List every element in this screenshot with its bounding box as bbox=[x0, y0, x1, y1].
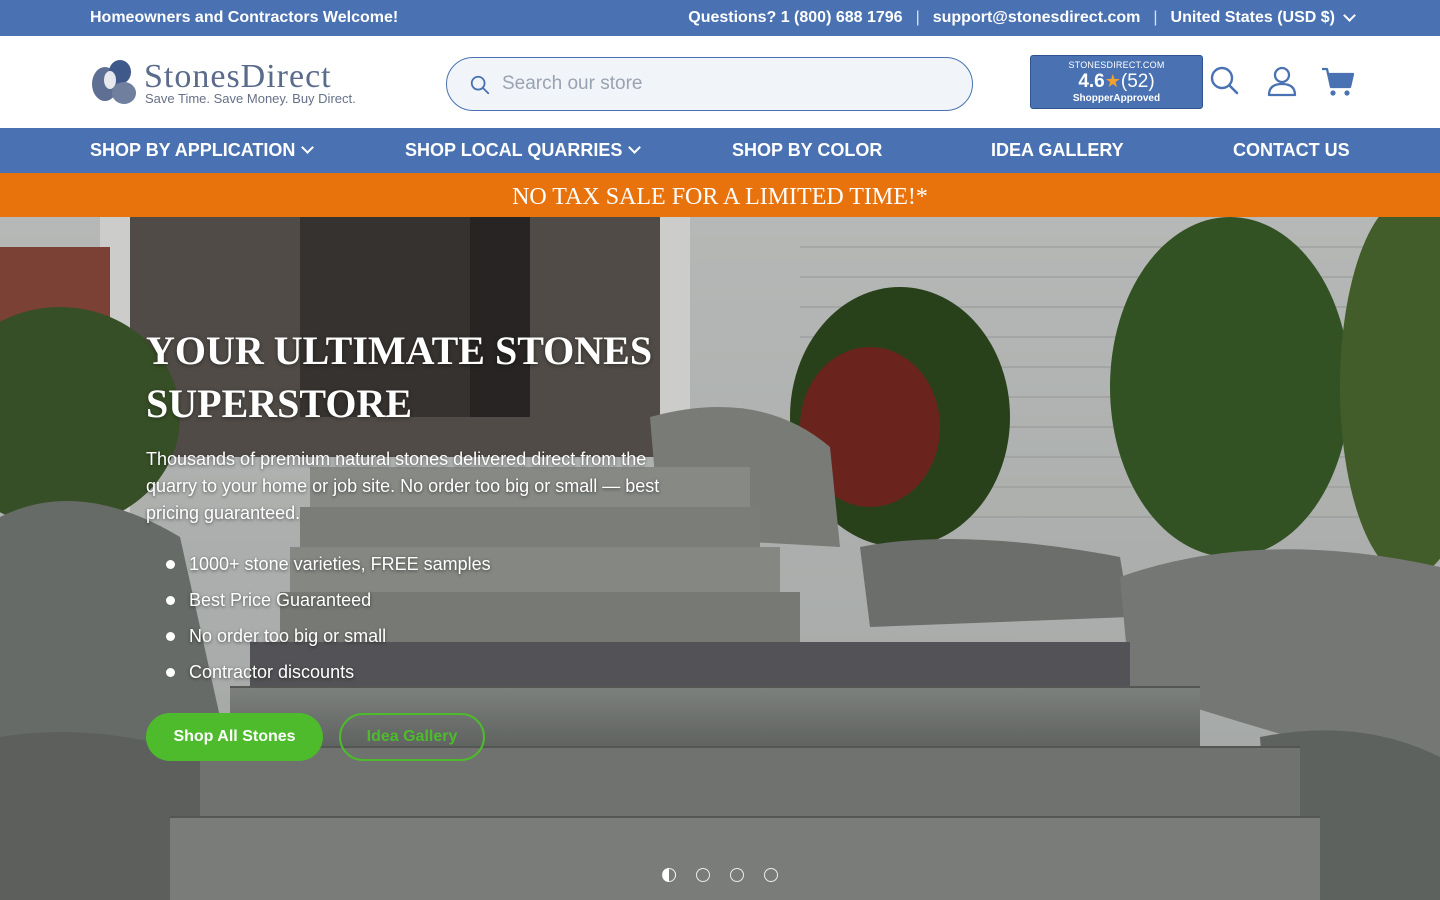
top-bar: Homeowners and Contractors Welcome! Ques… bbox=[0, 0, 1440, 36]
idea-gallery-button[interactable]: Idea Gallery bbox=[339, 713, 485, 761]
nav-shop-local-quarries[interactable]: SHOP LOCAL QUARRIES bbox=[405, 140, 642, 161]
badge-site: STONESDIRECT.COM bbox=[1068, 60, 1165, 70]
nav-label: SHOP BY APPLICATION bbox=[90, 140, 296, 160]
nav-label: CONTACT US bbox=[1233, 140, 1350, 160]
chevron-down-icon bbox=[628, 141, 642, 154]
hero-slider: YOUR ULTIMATE STONES SUPERSTORE Thousand… bbox=[0, 217, 1440, 900]
account-icon[interactable] bbox=[1265, 64, 1299, 98]
chevron-down-icon bbox=[301, 141, 315, 154]
cart-icon[interactable] bbox=[1321, 64, 1355, 98]
nav-shop-by-color[interactable]: SHOP BY COLOR bbox=[732, 140, 882, 161]
promo-banner[interactable]: NO TAX SALE FOR A LIMITED TIME!* bbox=[0, 173, 1440, 217]
welcome-message: Homeowners and Contractors Welcome! bbox=[90, 9, 399, 26]
nav-label: SHOP BY COLOR bbox=[732, 140, 883, 160]
nav-shop-by-application[interactable]: SHOP BY APPLICATION bbox=[90, 140, 315, 161]
slider-pagination bbox=[662, 868, 778, 882]
nav-label: SHOP LOCAL QUARRIES bbox=[405, 140, 623, 160]
search-icon[interactable] bbox=[1207, 64, 1241, 98]
badge-rating: 4.6★(52) bbox=[1031, 70, 1202, 93]
main-nav: SHOP BY APPLICATION SHOP LOCAL QUARRIES … bbox=[0, 128, 1440, 173]
nav-idea-gallery[interactable]: IDEA GALLERY bbox=[991, 140, 1124, 161]
hero-description: Thousands of premium natural stones deli… bbox=[146, 449, 660, 523]
list-item: No order too big or small bbox=[164, 618, 491, 654]
chevron-down-icon bbox=[1343, 9, 1356, 22]
email-link[interactable]: support@stonesdirect.com bbox=[933, 9, 1141, 27]
logo[interactable]: StonesDirect Save Time. Save Money. Buy … bbox=[90, 58, 390, 108]
list-item: Best Price Guaranteed bbox=[164, 582, 491, 618]
country-selector[interactable]: United States (USD $) bbox=[1170, 9, 1356, 27]
divider: | bbox=[915, 9, 920, 26]
list-item: Contractor discounts bbox=[164, 654, 491, 690]
site-header: StonesDirect Save Time. Save Money. Buy … bbox=[0, 36, 1440, 128]
rating-score: 4.6 bbox=[1078, 71, 1105, 92]
shopper-approved-badge[interactable]: STONESDIRECT.COM 4.6★(52) ShopperApprove… bbox=[1030, 55, 1203, 109]
list-item: 1000+ stone varieties, FREE samples bbox=[164, 546, 491, 582]
rating-count: (52) bbox=[1120, 71, 1155, 92]
logo-mark-icon bbox=[92, 60, 136, 104]
search-icon bbox=[470, 75, 490, 95]
search-input[interactable] bbox=[502, 68, 942, 100]
slide-dot[interactable] bbox=[662, 868, 676, 882]
slide-dot[interactable] bbox=[696, 868, 710, 882]
slide-dot[interactable] bbox=[730, 868, 744, 882]
phone-link[interactable]: Questions? 1 (800) 688 1796 bbox=[688, 9, 902, 27]
search-bar[interactable] bbox=[446, 57, 973, 111]
country-label: United States (USD $) bbox=[1170, 9, 1335, 26]
star-icon: ★ bbox=[1104, 71, 1121, 91]
divider: | bbox=[1153, 9, 1158, 26]
shop-all-stones-button[interactable]: Shop All Stones bbox=[146, 713, 323, 761]
hero-title: YOUR ULTIMATE STONES SUPERSTORE bbox=[146, 328, 653, 426]
nav-label: IDEA GALLERY bbox=[991, 140, 1124, 160]
nav-contact-us[interactable]: CONTACT US bbox=[1233, 140, 1350, 161]
hero-benefits-list: 1000+ stone varieties, FREE samples Best… bbox=[164, 546, 491, 690]
top-bar-contact: Questions? 1 (800) 688 1796 | support@st… bbox=[688, 9, 1356, 27]
slide-dot[interactable] bbox=[764, 868, 778, 882]
badge-brand: ShopperApproved bbox=[1072, 93, 1161, 104]
logo-tagline: Save Time. Save Money. Buy Direct. bbox=[145, 91, 356, 106]
